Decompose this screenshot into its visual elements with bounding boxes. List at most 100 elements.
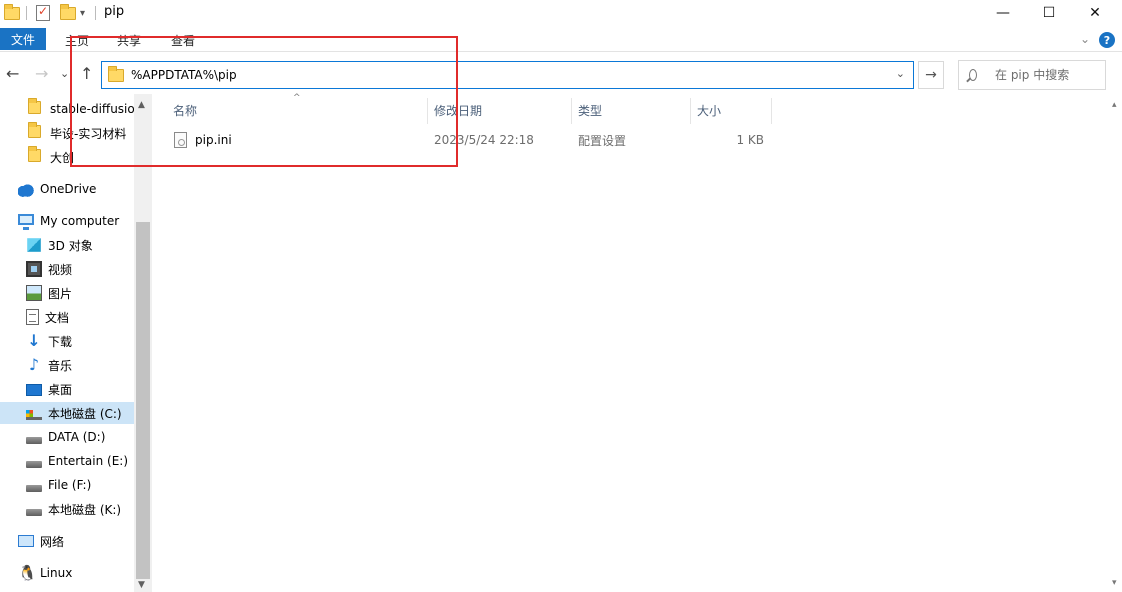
sidebar-item-label: 本地磁盘 (K:)	[48, 502, 122, 517]
sidebar-item-onedrive[interactable]: OneDrive	[18, 178, 96, 200]
onedrive-icon	[18, 181, 34, 197]
sidebar-item-label: DATA (D:)	[48, 430, 106, 444]
sidebar-item-stable-diffusion[interactable]: stable-diffusion	[28, 98, 142, 120]
sidebar-item-label: 毕设-实习材料	[50, 126, 127, 141]
close-button[interactable]: ✕	[1072, 0, 1118, 26]
sidebar-item-graduation-materials[interactable]: 毕设-实习材料	[28, 122, 126, 144]
scroll-down-icon[interactable]: ▾	[1112, 578, 1117, 588]
scroll-up-icon[interactable]: ▲	[138, 100, 145, 110]
ribbon-tabs: 文件 主页 共享 查看 ⌄ ?	[0, 28, 1122, 52]
properties-icon[interactable]	[36, 4, 50, 22]
sidebar-item-label: 图片	[48, 286, 73, 301]
forward-button[interactable]: →	[35, 64, 48, 83]
file-modified: 2023/5/24 22:18	[434, 133, 534, 147]
maximize-button[interactable]: ☐	[1026, 0, 1072, 26]
search-box[interactable]	[958, 60, 1106, 90]
address-path[interactable]: %APPDTATA%\pip	[131, 68, 237, 82]
sidebar-item-label: 本地磁盘 (C:)	[48, 406, 122, 421]
sidebar-item-local-disk-k[interactable]: 本地磁盘 (K:)	[26, 498, 121, 520]
sidebar-item-label: 大创	[50, 150, 75, 165]
file-name: pip.ini	[195, 133, 232, 147]
documents-icon	[26, 309, 39, 325]
sidebar-item-label: File (F:)	[48, 478, 92, 492]
column-divider[interactable]	[427, 98, 428, 124]
linux-icon: 🐧	[18, 564, 37, 582]
sidebar-item-file-f[interactable]: File (F:)	[26, 474, 91, 496]
navigation-pane: stable-diffusion 毕设-实习材料 大创 OneDrive My …	[0, 94, 152, 592]
content-scrollbar[interactable]: ▴ ▾	[1110, 94, 1122, 592]
search-input[interactable]	[995, 68, 1105, 82]
sidebar-item-label: My computer	[40, 214, 120, 228]
scroll-up-icon[interactable]: ▴	[1112, 100, 1117, 110]
desktop-icon	[26, 384, 42, 396]
sidebar-item-documents[interactable]: 文档	[26, 306, 69, 328]
file-size: 1 KB	[736, 133, 764, 147]
sidebar-scrollbar[interactable]: ▲ ▼	[134, 94, 152, 592]
sidebar-item-entertain-e[interactable]: Entertain (E:)	[26, 450, 128, 472]
file-name-cell[interactable]: pip.ini	[174, 128, 232, 152]
column-divider[interactable]	[690, 98, 691, 124]
folder-icon	[28, 146, 44, 165]
ini-file-icon	[174, 132, 187, 148]
computer-icon	[18, 214, 34, 230]
column-divider[interactable]	[571, 98, 572, 124]
column-divider[interactable]	[771, 98, 772, 124]
column-header-modified[interactable]: 修改日期	[434, 98, 482, 122]
folder-icon	[28, 98, 44, 117]
go-button[interactable]: →	[918, 61, 944, 89]
sidebar-item-label: Linux	[40, 566, 73, 580]
minimize-button[interactable]: —	[980, 0, 1026, 26]
column-header-name[interactable]: 名称	[173, 98, 197, 122]
file-row[interactable]: pip.ini 2023/5/24 22:18 配置设置 1 KB	[166, 128, 772, 152]
sidebar-item-music[interactable]: ♪ 音乐	[26, 354, 72, 376]
drive-icon	[26, 436, 42, 444]
address-bar[interactable]: %APPDTATA%\pip ⌄	[101, 61, 914, 89]
sidebar-item-desktop[interactable]: 桌面	[26, 378, 72, 400]
drive-icon	[26, 508, 42, 516]
pictures-icon	[26, 285, 42, 301]
qa-divider	[26, 6, 27, 20]
sidebar-item-data-d[interactable]: DATA (D:)	[26, 426, 105, 448]
customize-quick-access-icon[interactable]: ▾	[80, 4, 85, 22]
expand-ribbon-icon[interactable]: ⌄	[1080, 32, 1090, 46]
scrollbar-thumb[interactable]	[136, 222, 150, 579]
folder-icon	[28, 122, 44, 141]
sidebar-item-label: 下载	[48, 334, 73, 349]
scroll-down-icon[interactable]: ▼	[138, 580, 145, 590]
sidebar-item-label: Entertain (E:)	[48, 454, 129, 468]
downloads-icon: ↓	[27, 331, 41, 350]
sidebar-item-dachuang[interactable]: 大创	[28, 146, 74, 168]
new-folder-icon[interactable]	[60, 3, 76, 22]
recent-locations-icon[interactable]: ⌄	[60, 67, 69, 80]
sidebar-item-downloads[interactable]: ↓ 下载	[26, 330, 72, 352]
sidebar-item-linux[interactable]: 🐧 Linux	[18, 562, 72, 584]
sort-ascending-icon: ^	[293, 93, 301, 103]
help-icon[interactable]: ?	[1099, 32, 1115, 48]
tab-home[interactable]: 主页	[65, 32, 89, 49]
file-type: 配置设置	[578, 133, 627, 148]
tab-share[interactable]: 共享	[117, 32, 141, 49]
up-button[interactable]: ↑	[80, 64, 93, 83]
tab-view[interactable]: 查看	[171, 32, 195, 49]
sidebar-item-videos[interactable]: 视频	[26, 258, 72, 280]
sidebar-item-network[interactable]: 网络	[18, 530, 64, 552]
sidebar-item-label: 文档	[45, 310, 70, 325]
back-button[interactable]: ←	[6, 64, 19, 83]
sidebar-item-pictures[interactable]: 图片	[26, 282, 72, 304]
drive-c-icon	[26, 410, 42, 420]
sidebar-item-label: stable-diffusion	[50, 102, 143, 116]
sidebar-item-label: 视频	[48, 262, 73, 277]
sidebar-item-label: 音乐	[48, 358, 73, 373]
column-header-size[interactable]: 大小	[697, 98, 721, 122]
sidebar-item-label: 网络	[40, 534, 65, 549]
sidebar-item-local-disk-c[interactable]: 本地磁盘 (C:)	[0, 402, 134, 424]
column-header-type[interactable]: 类型	[578, 98, 602, 122]
tab-file[interactable]: 文件	[0, 28, 46, 50]
sidebar-item-label: 桌面	[48, 382, 73, 397]
address-dropdown-icon[interactable]: ⌄	[896, 67, 905, 80]
3d-objects-icon	[27, 238, 41, 252]
sidebar-item-3d-objects[interactable]: 3D 对象	[26, 234, 93, 256]
sidebar-item-my-computer[interactable]: My computer	[18, 210, 119, 232]
network-icon	[18, 535, 34, 547]
window-title: pip	[104, 4, 125, 19]
